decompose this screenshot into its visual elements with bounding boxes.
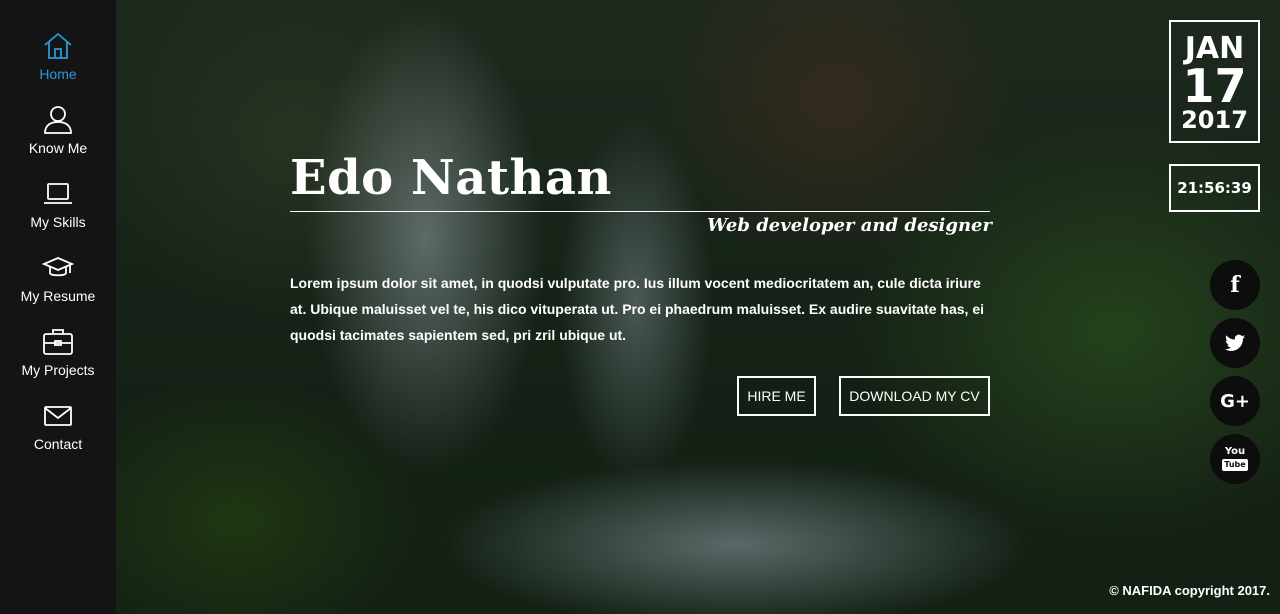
sidebar: Home Know Me My Skills My Resume My Proj… — [0, 0, 116, 614]
hero-name: Edo Nathan — [290, 150, 612, 206]
youtube-button[interactable]: You Tube — [1210, 434, 1260, 484]
laptop-icon — [44, 183, 72, 204]
sidebar-item-my-resume[interactable]: My Resume — [0, 252, 116, 304]
copyright: © NAFIDA copyright 2017. — [1109, 583, 1270, 598]
sidebar-item-home[interactable]: Home — [0, 30, 116, 82]
graduation-cap-icon — [42, 257, 74, 277]
sidebar-item-label: My Skills — [30, 214, 86, 230]
sidebar-item-label: Contact — [33, 436, 83, 452]
user-icon — [44, 106, 72, 134]
google-plus-button[interactable]: G+ — [1210, 376, 1260, 426]
sidebar-item-label: My Resume — [20, 288, 96, 304]
download-cv-button[interactable]: DOWNLOAD MY CV — [839, 376, 990, 416]
youtube-icon: You Tube — [1222, 446, 1248, 471]
hero-description: Lorem ipsum dolor sit amet, in quodsi vu… — [290, 275, 984, 343]
hero-divider — [290, 211, 990, 212]
date-widget: JAN 17 2017 — [1169, 20, 1260, 143]
sidebar-item-contact[interactable]: Contact — [0, 400, 116, 452]
sidebar-item-label: Home — [39, 66, 77, 82]
date-day: 17 — [1182, 59, 1247, 113]
google-plus-icon: G+ — [1220, 390, 1250, 412]
sidebar-item-know-me[interactable]: Know Me — [0, 104, 116, 156]
date-year: 2017 — [1181, 106, 1248, 134]
facebook-icon: f — [1230, 272, 1240, 298]
sidebar-item-my-projects[interactable]: My Projects — [0, 326, 116, 378]
clock-widget: 21:56:39 — [1169, 164, 1260, 212]
twitter-button[interactable] — [1210, 318, 1260, 368]
sidebar-item-label: My Projects — [21, 362, 95, 378]
sidebar-item-label: Know Me — [28, 140, 88, 156]
home-icon — [44, 32, 72, 59]
hire-me-button[interactable]: HIRE ME — [737, 376, 816, 416]
envelope-icon — [44, 406, 72, 426]
briefcase-icon — [43, 329, 73, 355]
sidebar-item-my-skills[interactable]: My Skills — [0, 178, 116, 230]
facebook-button[interactable]: f — [1210, 260, 1260, 310]
twitter-icon — [1225, 334, 1245, 351]
hero-subtitle: Web developer and designer — [707, 215, 992, 236]
